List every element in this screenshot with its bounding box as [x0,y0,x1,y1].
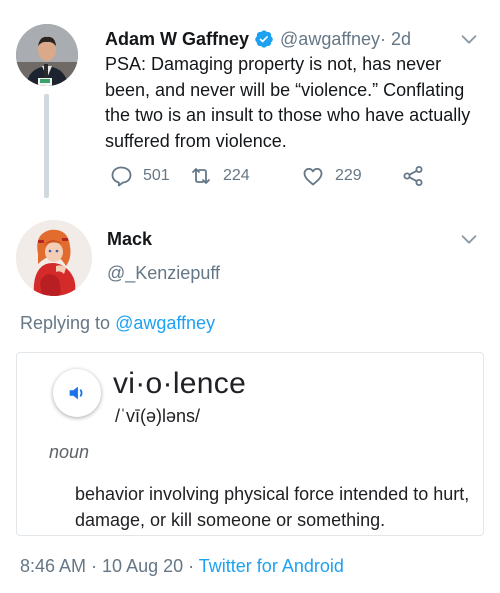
definition-card-image[interactable]: vi·o·lence /ˈvī(ə)ləns/ noun behavior in… [16,352,484,536]
reply-count: 501 [143,167,170,184]
replying-to-line: Replying to @awgaffney [20,313,215,334]
heart-icon [303,167,323,186]
author-handle[interactable]: @awgaffney [280,29,380,50]
reply-author-name[interactable]: Mack [107,229,152,250]
thread-connector-line [44,94,49,198]
share-button[interactable] [401,163,435,189]
author-name[interactable]: Adam W Gaffney [105,29,249,50]
tweet-text: PSA: Damaging property is not, has never… [105,54,471,151]
tweet-timestamp: 8:46 AM · 10 Aug 20 · [20,556,199,576]
verified-badge-icon [254,29,274,49]
tweet-actions: 501 224 229 [105,163,435,189]
retweet-count: 224 [223,167,250,184]
reply-options-chevron-icon[interactable] [458,228,480,250]
reply-button[interactable]: 501 [109,163,170,189]
reply-author-handle[interactable]: @_Kenziepuff [107,263,220,284]
part-of-speech: noun [49,442,90,462]
speaker-icon [69,386,83,400]
like-button[interactable]: 229 [301,163,362,189]
author-avatar[interactable] [16,24,78,86]
retweet-icon [192,168,210,184]
reply-icon [111,166,132,187]
tweet-metadata: 8:46 AM · 10 Aug 20 · Twitter for Androi… [20,556,344,577]
tweet-options-chevron-icon[interactable] [458,28,480,50]
definition-word: vi·o·lence [113,367,247,400]
definition-text: behavior involving physical force intend… [75,484,470,530]
replying-to-mention[interactable]: @awgaffney [115,313,215,333]
tweet-header: Adam W Gaffney @awgaffney · 2d [105,26,465,52]
phonetic-spelling: /ˈvī(ə)ləns/ [115,406,201,426]
retweet-button[interactable]: 224 [189,163,250,189]
reply-author-avatar[interactable] [16,220,92,296]
pronunciation-button[interactable] [53,369,101,417]
like-count: 229 [335,167,362,184]
parent-tweet[interactable]: Adam W Gaffney @awgaffney · 2d PSA: Dama… [0,0,500,205]
tweet-source-link[interactable]: Twitter for Android [199,556,344,576]
share-icon [403,166,423,186]
tweet-time: · 2d [380,28,412,49]
replying-to-label: Replying to [20,313,116,333]
